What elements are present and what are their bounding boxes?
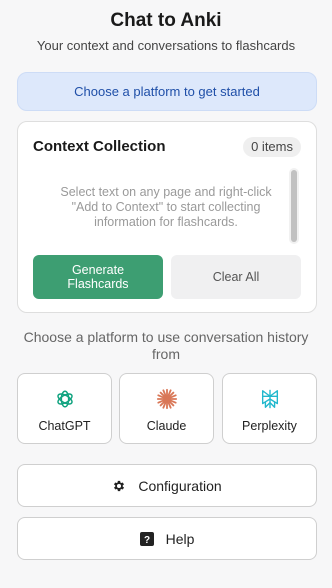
svg-text:?: ? bbox=[144, 535, 150, 546]
help-button[interactable]: ? Help bbox=[17, 517, 317, 560]
claude-icon bbox=[120, 388, 213, 410]
gear-icon bbox=[112, 479, 126, 493]
generate-flashcards-button[interactable]: Generate Flashcards bbox=[33, 255, 163, 299]
help-icon: ? bbox=[139, 531, 154, 546]
item-count-badge: 0 items bbox=[243, 137, 301, 157]
clear-all-button[interactable]: Clear All bbox=[171, 255, 301, 299]
app-title: Chat to Anki bbox=[110, 10, 222, 31]
scrollbar-thumb[interactable] bbox=[291, 170, 297, 242]
help-label: Help bbox=[165, 530, 195, 547]
generate-flashcards-label: Generate Flashcards bbox=[67, 263, 129, 291]
platform-heading: Choose a platform to use conversation hi… bbox=[23, 329, 309, 362]
perplexity-icon bbox=[223, 388, 316, 410]
platform-perplexity-button[interactable]: Perplexity bbox=[222, 373, 317, 444]
context-collection-panel: Context Collection 0 items Select text o… bbox=[17, 121, 317, 313]
empty-context-message: Select text on any page and right-click … bbox=[60, 185, 272, 229]
chatgpt-icon bbox=[18, 388, 111, 410]
perplexity-label: Perplexity bbox=[242, 419, 297, 433]
context-panel-title: Context Collection bbox=[33, 138, 166, 155]
configuration-label: Configuration bbox=[138, 477, 222, 494]
context-scrollbar[interactable] bbox=[289, 168, 299, 244]
clear-all-label: Clear All bbox=[212, 270, 260, 284]
claude-label: Claude bbox=[146, 419, 187, 433]
configuration-button[interactable]: Configuration bbox=[17, 464, 317, 507]
chatgpt-label: ChatGPT bbox=[38, 419, 91, 433]
banner-text: Choose a platform to get started bbox=[74, 84, 260, 99]
app-subtitle: Your context and conversations to flashc… bbox=[36, 38, 296, 53]
platform-prompt-banner: Choose a platform to get started bbox=[17, 72, 317, 111]
platform-chatgpt-button[interactable]: ChatGPT bbox=[17, 373, 112, 444]
platform-claude-button[interactable]: Claude bbox=[119, 373, 214, 444]
